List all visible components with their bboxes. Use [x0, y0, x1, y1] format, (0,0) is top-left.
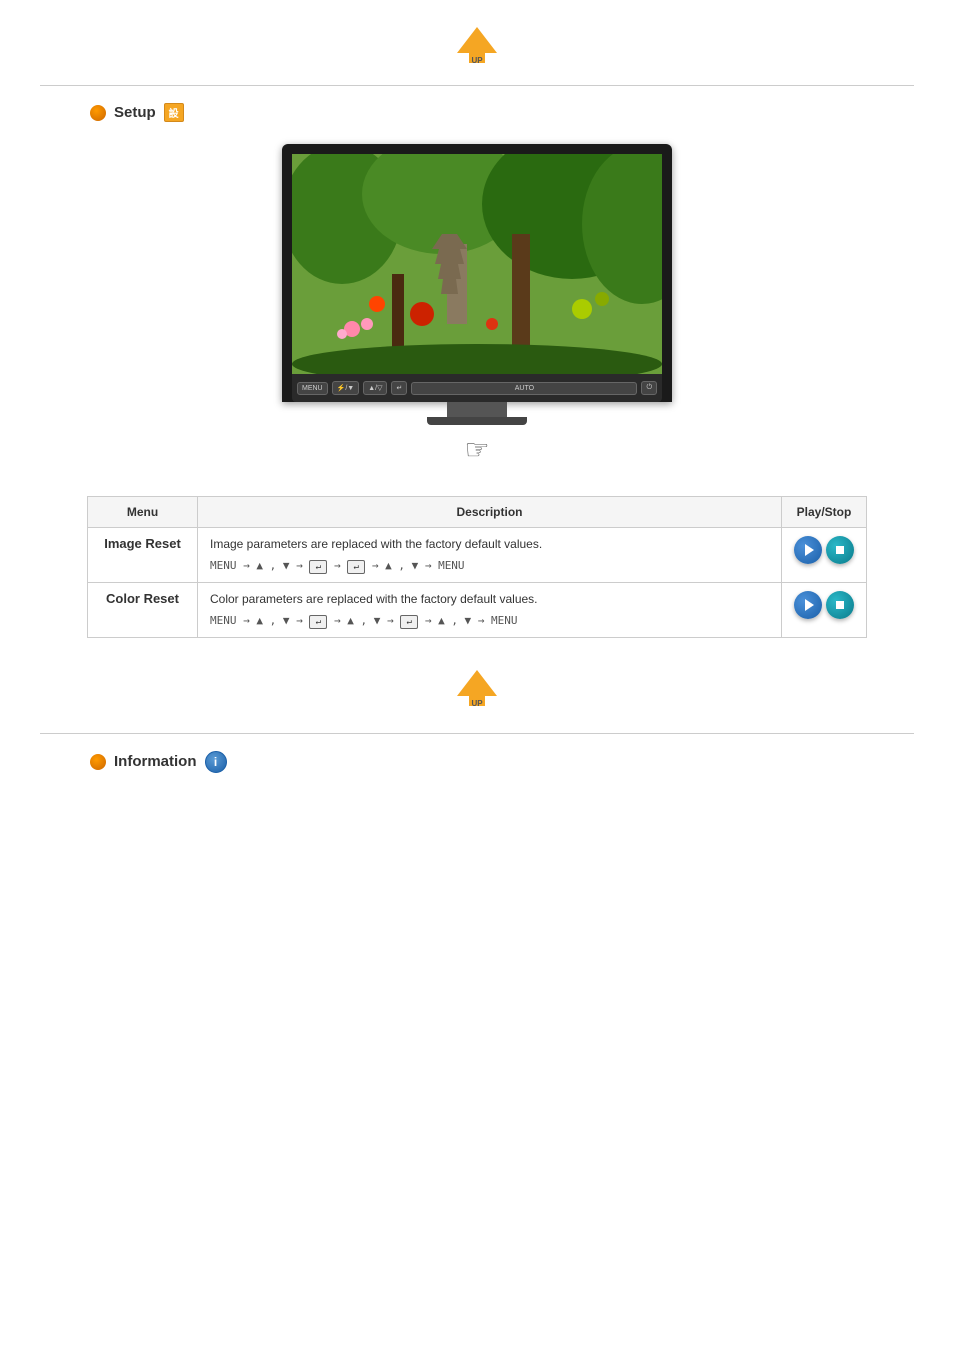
play-arrow-icon — [805, 544, 814, 556]
setup-badge: 設 — [164, 103, 184, 122]
color-reset-desc: Color parameters are replaced with the f… — [210, 591, 769, 608]
monitor-control-bar: MENU ⚡/▼ ▲/▽ ↵ AUTO ⏻ — [292, 374, 662, 402]
desc-cell-color-reset: Color parameters are replaced with the f… — [198, 582, 782, 637]
up-button-bottom[interactable]: UP — [453, 668, 501, 713]
monitor-stand — [447, 402, 507, 417]
setup-label: Setup — [114, 104, 156, 121]
information-circle-icon — [90, 754, 106, 770]
enter-icon-3: ↵ — [309, 615, 327, 629]
bottom-up-btn-container: UP — [0, 648, 954, 728]
play-arrow-icon-2 — [805, 599, 814, 611]
information-label: Information — [114, 753, 197, 770]
menu-btn[interactable]: MENU — [297, 382, 328, 395]
monitor-frame: MENU ⚡/▼ ▲/▽ ↵ AUTO ⏻ — [282, 144, 672, 402]
page-container: UP Setup 設 — [0, 0, 954, 795]
top-up-btn-container: UP — [0, 10, 954, 80]
desc-cell-image-reset: Image parameters are replaced with the f… — [198, 528, 782, 583]
menu-cell-color-reset: Color Reset — [88, 582, 198, 637]
stop-button-color-reset[interactable] — [826, 591, 854, 619]
enter-btn[interactable]: ↵ — [391, 381, 407, 395]
svg-text:UP: UP — [471, 56, 483, 65]
col-header-menu: Menu — [88, 497, 198, 528]
updown-btn[interactable]: ▲/▽ — [363, 381, 387, 395]
col-header-description: Description — [198, 497, 782, 528]
bottom-divider — [40, 733, 914, 734]
color-reset-sequence: MENU → ▲ , ▼ → ↵ → ▲ , ▼ → ↵ → ▲ , ▼ → M… — [210, 614, 769, 629]
svg-text:UP: UP — [471, 699, 483, 708]
enter-icon-4: ↵ — [400, 615, 418, 629]
stop-button-image-reset[interactable] — [826, 536, 854, 564]
input-btn[interactable]: ⚡/▼ — [332, 381, 360, 395]
table-row: Color Reset Color parameters are replace… — [88, 582, 867, 637]
auto-btn[interactable]: AUTO — [411, 382, 637, 395]
setup-circle-icon — [90, 105, 106, 121]
enter-icon-2: ↵ — [347, 560, 365, 574]
menu-cell-image-reset: Image Reset — [88, 528, 198, 583]
image-reset-desc: Image parameters are replaced with the f… — [210, 536, 769, 553]
table-row: Image Reset Image parameters are replace… — [88, 528, 867, 583]
playstop-btns-image-reset — [794, 536, 854, 564]
information-badge: i — [205, 751, 227, 773]
playstop-cell-color-reset — [782, 582, 867, 637]
image-reset-sequence: MENU → ▲ , ▼ → ↵ → ↵ → ▲ , ▼ → MENU — [210, 559, 769, 574]
image-reset-label: Image Reset — [104, 536, 181, 551]
color-reset-label: Color Reset — [106, 591, 179, 606]
information-section: Information i — [0, 739, 954, 785]
monitor-base — [427, 417, 527, 425]
stop-square-icon-2 — [836, 601, 844, 609]
stop-square-icon — [836, 546, 844, 554]
top-divider — [40, 85, 914, 86]
power-btn[interactable]: ⏻ — [641, 381, 657, 395]
play-button-color-reset[interactable] — [794, 591, 822, 619]
play-button-image-reset[interactable] — [794, 536, 822, 564]
monitor-screen — [292, 154, 662, 374]
hand-cursor-icon: ☞ — [464, 433, 489, 466]
enter-icon-1: ↵ — [309, 560, 327, 574]
monitor-container: MENU ⚡/▼ ▲/▽ ↵ AUTO ⏻ ☞ — [0, 134, 954, 486]
col-header-playstop: Play/Stop — [782, 497, 867, 528]
playstop-btns-color-reset — [794, 591, 854, 619]
playstop-cell-image-reset — [782, 528, 867, 583]
menu-table: Menu Description Play/Stop Image Reset I… — [87, 496, 867, 638]
up-button-top[interactable]: UP — [453, 25, 501, 70]
setup-heading: Setup 設 — [0, 91, 954, 134]
